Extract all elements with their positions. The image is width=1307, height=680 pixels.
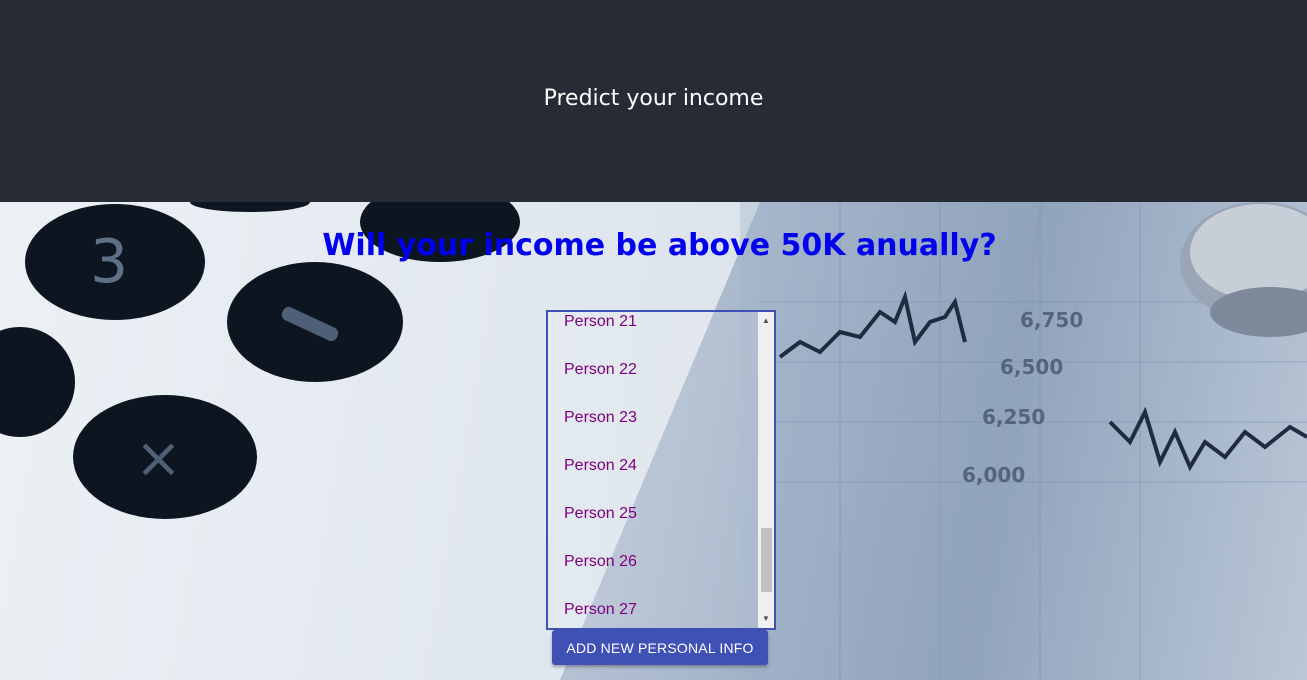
scroll-down-arrow-icon[interactable]: ▼	[758, 612, 774, 626]
svg-text:6,000: 6,000	[962, 463, 1025, 487]
list-item[interactable]: Person 24	[548, 442, 758, 490]
income-question-heading: Will your income be above 50K anually?	[322, 228, 997, 263]
list-item[interactable]: Person 23	[548, 394, 758, 442]
app-header: Predict your income	[0, 0, 1307, 202]
page-title: Predict your income	[543, 85, 764, 111]
list-scrollbar[interactable]: ▲ ▼	[758, 312, 774, 628]
svg-text:6,500: 6,500	[1000, 355, 1063, 379]
svg-text:6,250: 6,250	[982, 405, 1045, 429]
list-item[interactable]: Person 27	[548, 586, 758, 628]
hero-section: 3 × 6,750 6,500 6,250 6,000 Will your in…	[0, 202, 1307, 680]
person-list-items: Person 21 Person 22 Person 23 Person 24 …	[548, 312, 758, 628]
svg-text:6,750: 6,750	[1020, 308, 1083, 332]
svg-text:×: ×	[135, 426, 182, 491]
scroll-up-arrow-icon[interactable]: ▲	[758, 314, 774, 328]
person-list[interactable]: Person 21 Person 22 Person 23 Person 24 …	[546, 310, 776, 630]
list-item[interactable]: Person 26	[548, 538, 758, 586]
list-item[interactable]: Person 21	[548, 312, 758, 346]
list-item[interactable]: Person 22	[548, 346, 758, 394]
scrollbar-thumb[interactable]	[761, 528, 772, 592]
add-new-personal-info-button[interactable]: ADD NEW PERSONAL INFO	[552, 630, 768, 665]
list-item[interactable]: Person 25	[548, 490, 758, 538]
